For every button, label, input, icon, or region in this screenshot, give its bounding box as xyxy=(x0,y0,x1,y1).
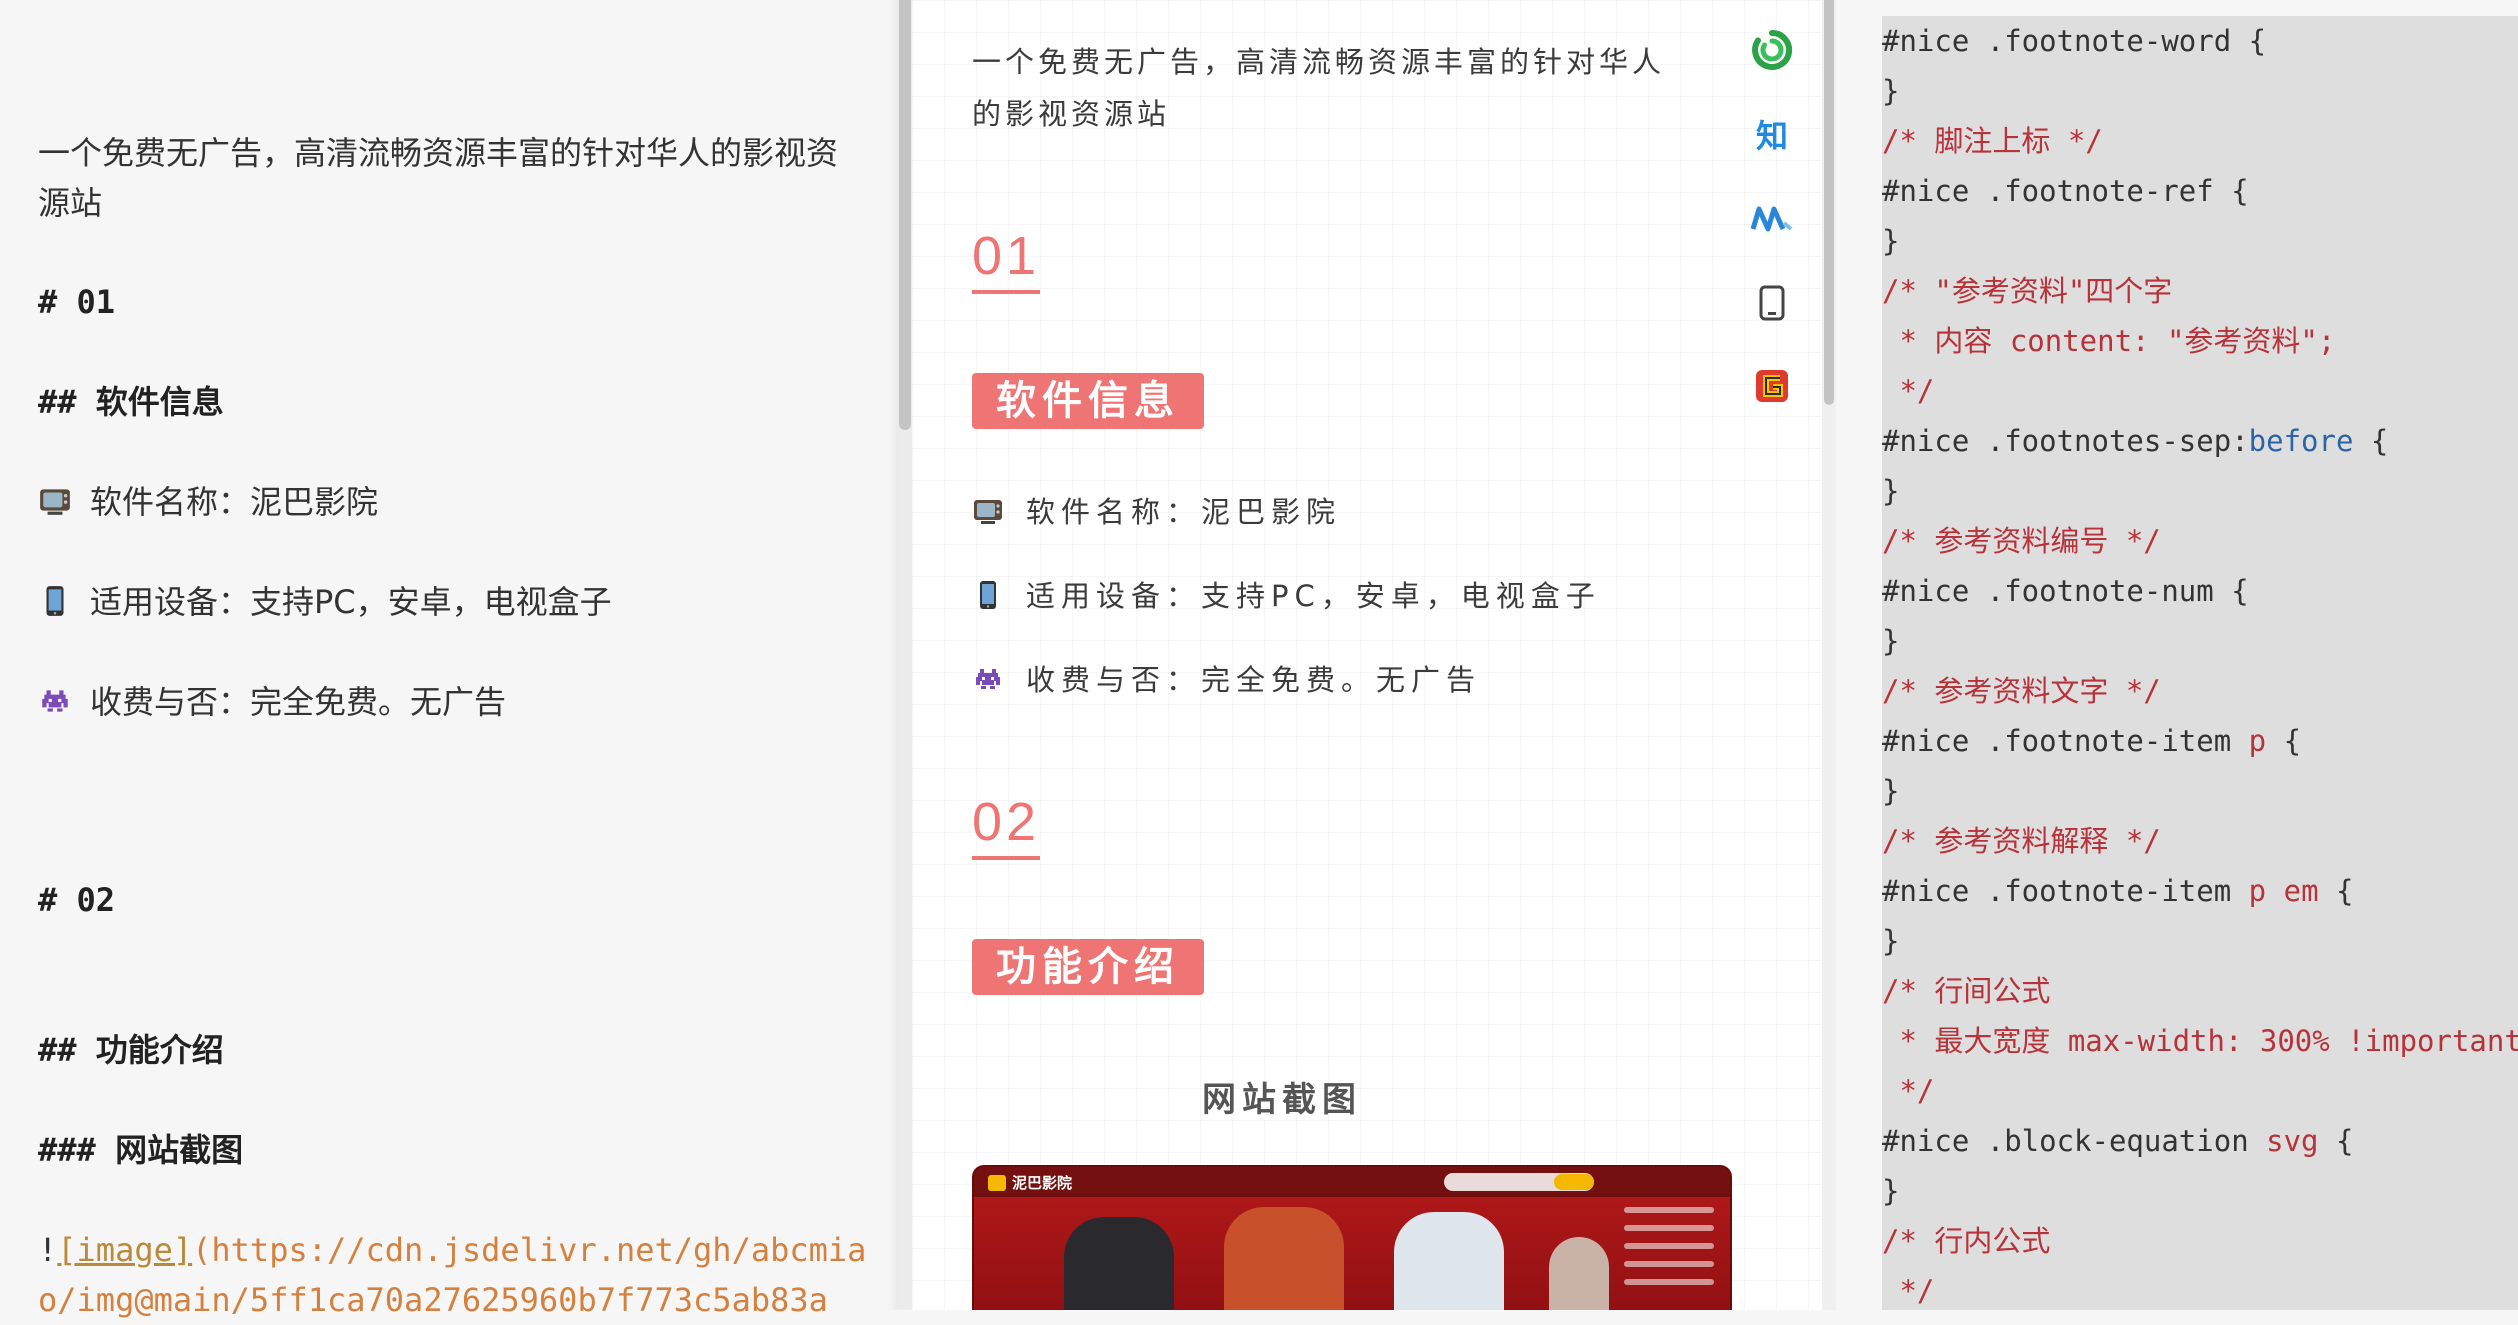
css-code-line[interactable]: */ xyxy=(1882,1066,1934,1116)
juejin-icon xyxy=(1750,206,1793,232)
md-item-fee[interactable]: 收费与否：完全免费。无广告 xyxy=(38,677,868,727)
css-code-line[interactable]: } xyxy=(1882,1166,1899,1216)
css-code-line[interactable]: * 最大宽度 max-width: 300% !important; xyxy=(1882,1016,2518,1066)
preview-heading-features: 功能介绍 xyxy=(972,939,1204,995)
wechat-share-button[interactable] xyxy=(1740,20,1804,80)
zhihu-share-button[interactable]: 知 xyxy=(1740,104,1804,164)
space-invader-icon xyxy=(42,690,68,712)
screenshot-search-button xyxy=(1554,1174,1594,1190)
juejin-share-button[interactable] xyxy=(1740,188,1804,248)
preview-item-name-text: 软件名称：泥巴影院 xyxy=(1026,495,1342,529)
md-h2-features[interactable]: ## 功能介绍 xyxy=(38,1025,868,1075)
preview-pane[interactable]: 一个免费无广告，高清流畅资源丰富的针对华人的影视资源站 01 软件信息 软件名称… xyxy=(912,0,1822,1310)
preview-number-02: 02 xyxy=(972,792,1041,860)
css-code-line[interactable]: #nice .footnote-ref { xyxy=(1882,166,2249,216)
preview-item-device: 适用设备：支持PC，安卓，电视盒子 xyxy=(972,576,1601,616)
md-item-fee-text: 收费与否：完全免费。无广告 xyxy=(90,683,507,721)
wechat-icon xyxy=(1752,29,1793,70)
preview-number-01: 01 xyxy=(972,226,1041,294)
css-editor[interactable]: #nice .footnote-word {}/* 脚注上标 */#nice .… xyxy=(1836,0,2518,1310)
md-h2-software-info[interactable]: ## 软件信息 xyxy=(38,377,868,427)
css-code-line[interactable]: */ xyxy=(1882,1266,1934,1310)
tv-icon xyxy=(974,500,1002,524)
website-screenshot-image: 泥巴影院 xyxy=(972,1165,1732,1310)
md-intro-line[interactable]: 一个免费无广告，高清流畅资源丰富的针对华人的影视资源站 xyxy=(38,128,868,228)
css-code-area[interactable]: #nice .footnote-word {}/* 脚注上标 */#nice .… xyxy=(1882,16,2518,1310)
phone-icon xyxy=(46,586,64,616)
css-code-line[interactable]: } xyxy=(1882,766,1899,816)
screenshot-logo: 泥巴影院 xyxy=(988,1172,1072,1193)
screenshot-character xyxy=(1549,1237,1609,1310)
css-code-line[interactable]: } xyxy=(1882,216,1899,266)
preview-intro: 一个免费无广告，高清流畅资源丰富的针对华人的影视资源站 xyxy=(972,45,1666,131)
preview-item-name: 软件名称：泥巴影院 xyxy=(972,492,1341,532)
screenshot-character xyxy=(1064,1217,1174,1310)
editor-scrollbar-thumb[interactable] xyxy=(899,0,911,430)
css-code-line[interactable]: #nice .footnotes-sep:before { xyxy=(1882,416,2388,466)
md-h1-01[interactable]: # 01 xyxy=(38,277,868,327)
preview-item-device-text: 适用设备：支持PC，安卓，电视盒子 xyxy=(1026,579,1601,613)
github-icon xyxy=(1756,370,1788,402)
md-image-bang: ! xyxy=(38,1231,58,1269)
md-item-name-text: 软件名称：泥巴影院 xyxy=(90,483,379,521)
css-code-line[interactable]: } xyxy=(1882,66,1899,116)
css-code-line[interactable]: /* 参考资料编号 */ xyxy=(1882,516,2161,566)
space-invader-icon xyxy=(976,669,1000,689)
preview-scrollbar[interactable] xyxy=(1822,0,1836,1310)
phone-icon xyxy=(980,581,996,609)
screenshot-character xyxy=(1224,1207,1344,1310)
css-code-line[interactable]: * 内容 content: "参考资料"; xyxy=(1882,316,2335,366)
css-code-line[interactable]: #nice .footnote-item p { xyxy=(1882,716,2301,766)
css-code-line[interactable]: } xyxy=(1882,616,1899,666)
play-icon xyxy=(988,1175,1006,1191)
md-item-name[interactable]: 软件名称：泥巴影院 xyxy=(38,477,868,527)
screenshot-character xyxy=(1394,1212,1504,1310)
md-item-device-text: 适用设备：支持PC，安卓，电视盒子 xyxy=(90,583,612,621)
css-code-line[interactable]: /* 脚注上标 */ xyxy=(1882,116,2103,166)
github-share-button[interactable] xyxy=(1740,356,1804,416)
css-code-line[interactable]: #nice .footnote-word { xyxy=(1882,16,2266,66)
css-code-line[interactable]: #nice .footnote-num { xyxy=(1882,566,2249,616)
mobile-icon xyxy=(1759,285,1785,321)
md-image-link[interactable]: ![image](https://cdn.jsdelivr.net/gh/abc… xyxy=(38,1225,868,1325)
tv-icon xyxy=(40,489,70,515)
css-code-line[interactable]: /* 行内公式 xyxy=(1882,1216,2050,1266)
md-h3-screenshot[interactable]: ### 网站截图 xyxy=(38,1125,868,1175)
markdown-editor[interactable]: 一个免费无广告，高清流畅资源丰富的针对华人的影视资源站 # 01 ## 软件信息… xyxy=(0,0,898,1319)
screenshot-logo-text: 泥巴影院 xyxy=(1012,1174,1073,1192)
editor-scrollbar[interactable] xyxy=(898,0,912,1310)
screenshot-topbar xyxy=(974,1167,1730,1197)
preview-item-fee: 收费与否：完全免费。无广告 xyxy=(972,660,1481,700)
css-code-line[interactable]: /* 参考资料文字 */ xyxy=(1882,666,2161,716)
css-code-line[interactable]: } xyxy=(1882,916,1899,966)
css-code-line[interactable]: /* "参考资料"四个字 xyxy=(1882,266,2172,316)
preview-scrollbar-thumb[interactable] xyxy=(1824,0,1834,405)
zhihu-icon: 知 xyxy=(1755,117,1788,155)
md-item-device[interactable]: 适用设备：支持PC，安卓，电视盒子 xyxy=(38,577,868,627)
css-code-line[interactable]: #nice .footnote-item p em { xyxy=(1882,866,2353,916)
css-code-line[interactable]: } xyxy=(1882,466,1899,516)
screenshot-side-menu xyxy=(1624,1207,1714,1297)
md-image-label[interactable]: [image] xyxy=(57,1231,192,1269)
css-code-line[interactable]: /* 参考资料解释 */ xyxy=(1882,816,2161,866)
mobile-preview-button[interactable] xyxy=(1740,273,1804,333)
preview-image-caption: 网站截图 xyxy=(1202,1080,1362,1120)
css-code-line[interactable]: */ xyxy=(1882,366,1934,416)
css-code-line[interactable]: #nice .block-equation svg { xyxy=(1882,1116,2353,1166)
css-code-line[interactable]: /* 行间公式 xyxy=(1882,966,2050,1016)
preview-heading-software-info: 软件信息 xyxy=(972,373,1204,429)
preview-item-fee-text: 收费与否：完全免费。无广告 xyxy=(1026,663,1482,697)
md-h1-02[interactable]: # 02 xyxy=(38,875,868,925)
